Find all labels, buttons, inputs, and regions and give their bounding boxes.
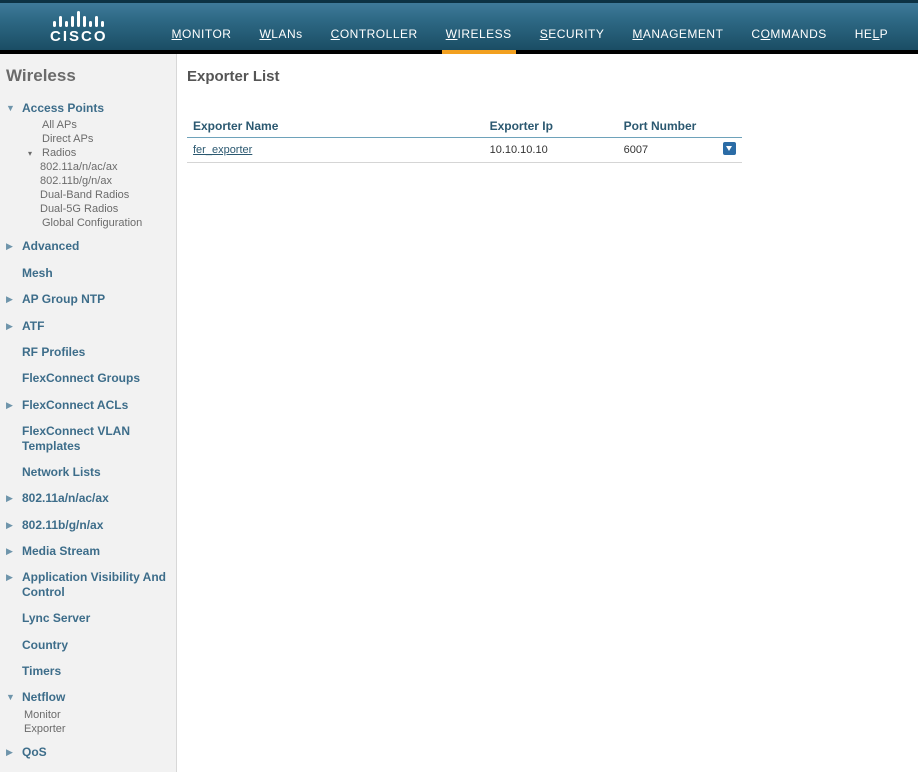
top-nav: CISCO MONITOR WLANs CONTROLLER WIRELESS … (0, 0, 918, 54)
sidebar-item-all-aps[interactable]: ▶All APs (28, 118, 170, 132)
sidebar-item-80211a[interactable]: ▶802.11a/n/ac/ax (6, 488, 170, 508)
col-exporter-ip: Exporter Ip (484, 115, 618, 138)
sidebar-item-network-lists[interactable]: ▶Network Lists (6, 462, 170, 482)
nav-management[interactable]: MANAGEMENT (628, 21, 727, 50)
sidebar-item-netflow-monitor[interactable]: Monitor (24, 708, 170, 722)
sidebar-item-global-config[interactable]: ▶Global Configuration (28, 216, 170, 230)
brand-text: CISCO (50, 29, 108, 44)
sidebar-item-netflow-exporter[interactable]: Exporter (24, 722, 170, 736)
sidebar-item-media-stream[interactable]: ▶Media Stream (6, 541, 170, 561)
row-actions-dropdown-icon[interactable] (723, 142, 736, 155)
sidebar-item-radios-dual5g[interactable]: Dual-5G Radios (40, 202, 170, 216)
nav-controller[interactable]: CONTROLLER (327, 21, 422, 50)
chevron-right-icon: ▶ (6, 520, 16, 531)
exporter-port-cell: 6007 (618, 138, 717, 163)
sidebar-item-avc[interactable]: ▶Application Visibility And Control (6, 567, 170, 602)
sidebar-item-radios-80211a[interactable]: 802.11a/n/ac/ax (40, 160, 170, 174)
content-area: Exporter List Exporter Name Exporter Ip … (177, 54, 918, 772)
nav-items: MONITOR WLANs CONTROLLER WIRELESS SECURI… (168, 21, 893, 50)
chevron-down-small-icon: ▾ (28, 149, 38, 158)
chevron-right-icon: ▶ (6, 546, 16, 557)
sidebar-item-flexconnect-acls[interactable]: ▶FlexConnect ACLs (6, 395, 170, 415)
nav-wireless[interactable]: WIRELESS (442, 21, 516, 50)
sidebar-item-lync-server[interactable]: ▶Lync Server (6, 608, 170, 628)
chevron-right-icon: ▶ (6, 241, 16, 252)
sidebar-item-radios-80211b[interactable]: 802.11b/g/n/ax (40, 174, 170, 188)
chevron-right-icon: ▶ (6, 747, 16, 758)
sidebar-item-netflow[interactable]: ▼Netflow (6, 687, 170, 707)
sidebar-item-timers[interactable]: ▶Timers (6, 661, 170, 681)
sidebar-item-rf-profiles[interactable]: ▶RF Profiles (6, 342, 170, 362)
sidebar-item-access-points[interactable]: ▼ Access Points (6, 98, 170, 118)
sidebar-item-atf[interactable]: ▶ATF (6, 316, 170, 336)
exporter-link[interactable]: fer_exporter (193, 144, 252, 156)
nav-security[interactable]: SECURITY (536, 21, 609, 50)
col-exporter-name: Exporter Name (187, 115, 484, 138)
sidebar-item-advanced[interactable]: ▶Advanced (6, 236, 170, 256)
sidebar-item-direct-aps[interactable]: ▶Direct APs (28, 132, 170, 146)
sidebar-item-country[interactable]: ▶Country (6, 635, 170, 655)
cisco-bars-icon (53, 9, 104, 27)
chevron-right-icon: ▶ (6, 294, 16, 305)
sidebar-item-radios[interactable]: ▾Radios (28, 146, 170, 160)
sidebar-item-80211b[interactable]: ▶802.11b/g/n/ax (6, 515, 170, 535)
chevron-down-icon: ▼ (6, 692, 16, 703)
nav-wlans[interactable]: WLANs (255, 21, 306, 50)
nav-help[interactable]: HELP (851, 21, 892, 50)
sidebar-item-flexconnect-vlan-templates[interactable]: ▶FlexConnect VLAN Templates (6, 421, 170, 456)
page-title: Exporter List (187, 68, 908, 85)
sidebar-item-qos[interactable]: ▶QoS (6, 742, 170, 762)
sidebar: Wireless ▼ Access Points ▶All APs ▶Direc… (0, 54, 177, 772)
chevron-right-icon: ▶ (6, 572, 16, 583)
sidebar-item-mesh[interactable]: ▶Mesh (6, 263, 170, 283)
chevron-right-icon: ▶ (6, 321, 16, 332)
nav-monitor[interactable]: MONITOR (168, 21, 236, 50)
sidebar-title: Wireless (6, 66, 170, 86)
chevron-right-icon: ▶ (6, 493, 16, 504)
nav-commands[interactable]: COMMANDS (747, 21, 830, 50)
sidebar-item-ap-group-ntp[interactable]: ▶AP Group NTP (6, 289, 170, 309)
sidebar-item-radios-dualband[interactable]: Dual-Band Radios (40, 188, 170, 202)
chevron-right-icon: ▶ (6, 400, 16, 411)
table-row: fer_exporter 10.10.10.10 6007 (187, 138, 742, 163)
sidebar-item-flexconnect-groups[interactable]: ▶FlexConnect Groups (6, 368, 170, 388)
chevron-down-icon: ▼ (6, 103, 16, 114)
exporter-table: Exporter Name Exporter Ip Port Number fe… (187, 115, 742, 163)
col-port-number: Port Number (618, 115, 717, 138)
exporter-ip-cell: 10.10.10.10 (484, 138, 618, 163)
brand-logo: CISCO (50, 9, 108, 50)
